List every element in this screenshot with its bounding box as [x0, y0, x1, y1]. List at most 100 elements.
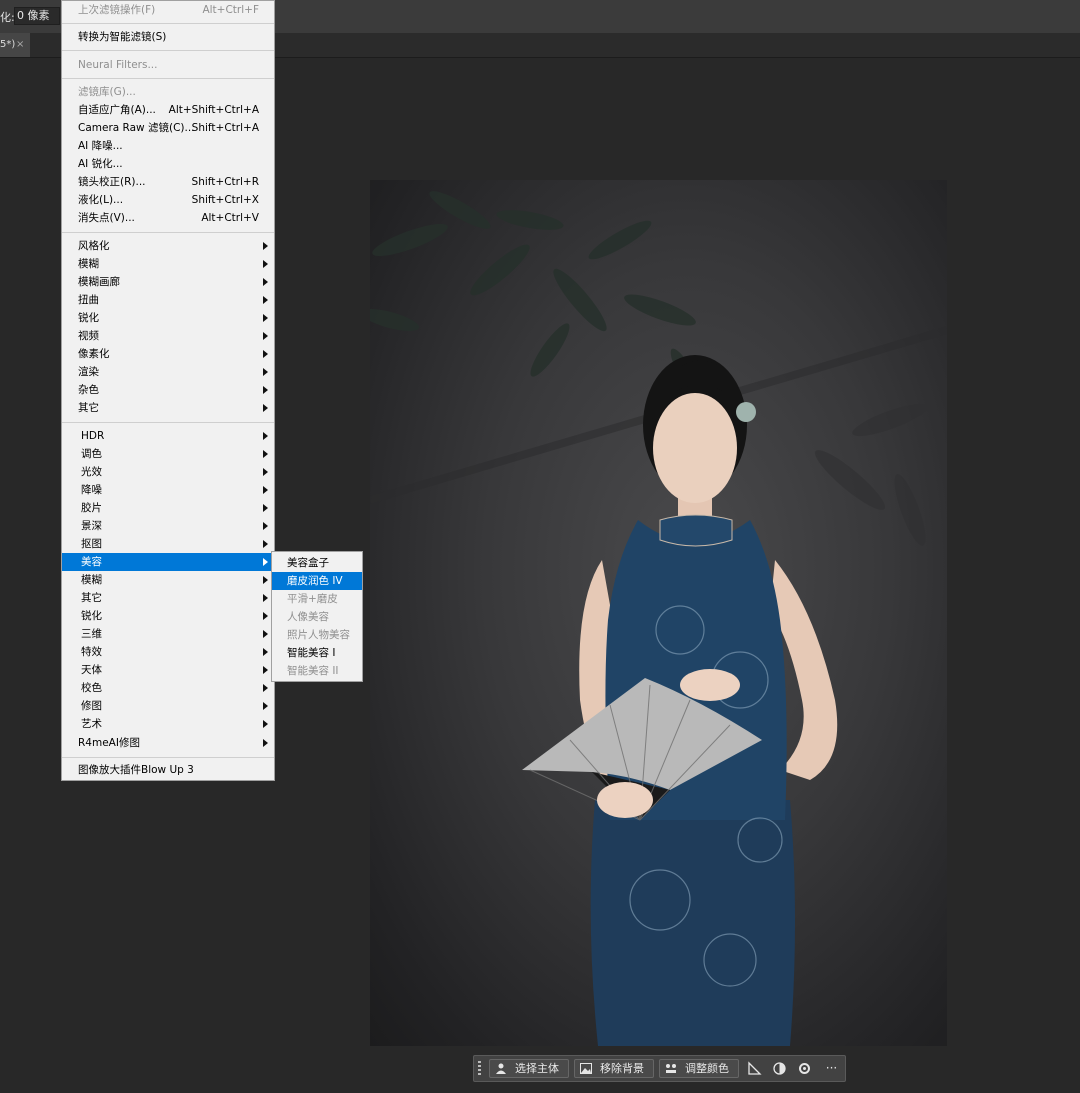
submenu-arrow-icon [263, 630, 268, 638]
menu-item-plugin-group[interactable]: 降噪 [62, 481, 274, 499]
submenu-arrow-icon [263, 702, 268, 710]
submenu-arrow-icon [263, 386, 268, 394]
menu-item-noise[interactable]: 杂色 [62, 381, 274, 399]
menu-item-filter-gallery: 滤镜库(G)... [78, 86, 136, 98]
menu-item-plugin-group[interactable]: 特效 [62, 643, 274, 661]
submenu-item-skin-retouch-iv[interactable]: 磨皮润色 IV [272, 572, 362, 590]
select-subject-button[interactable]: 选择主体 [489, 1059, 569, 1078]
submenu-arrow-icon [263, 666, 268, 674]
close-icon[interactable]: × [16, 33, 24, 57]
menu-separator [62, 23, 274, 24]
submenu-arrow-icon [263, 260, 268, 268]
menu-item-vanishing-point[interactable]: 消失点(V)... Alt+Ctrl+V [62, 209, 274, 227]
feather-input[interactable]: 0 像素 [14, 7, 60, 25]
submenu-item-smart-beauty-i[interactable]: 智能美容 I [272, 644, 362, 662]
transform-icon[interactable] [747, 1061, 762, 1076]
submenu-arrow-icon [263, 332, 268, 340]
menu-item-video[interactable]: 视频 [62, 327, 274, 345]
submenu-arrow-icon [263, 648, 268, 656]
submenu-arrow-icon [263, 684, 268, 692]
menu-item-blur-gallery[interactable]: 模糊画廊 [62, 273, 274, 291]
remove-background-button[interactable]: 移除背景 [574, 1059, 654, 1078]
menu-item-plugin-group[interactable]: 胶片 [62, 499, 274, 517]
adjust-color-button[interactable]: 调整颜色 [659, 1059, 739, 1078]
menu-item-plugin-group[interactable]: 景深 [62, 517, 274, 535]
menu-item-camera-raw[interactable]: Camera Raw 滤镜(C)... Shift+Ctrl+A [62, 119, 274, 137]
menu-item-plugin-group[interactable]: 模糊 [62, 571, 274, 589]
submenu-arrow-icon [263, 404, 268, 412]
submenu-arrow-icon [263, 739, 268, 747]
beauty-submenu: 美容盒子 磨皮润色 IV 平滑+磨皮 人像美容 照片人物美容 智能美容 I 智能… [271, 551, 363, 682]
menu-item-blur[interactable]: 模糊 [62, 255, 274, 273]
submenu-arrow-icon [263, 242, 268, 250]
submenu-arrow-icon [263, 296, 268, 304]
menu-separator [62, 232, 274, 233]
menu-item-plugin-group[interactable]: 校色 [62, 679, 274, 697]
menu-item-blow-up[interactable]: 图像放大插件Blow Up 3 [62, 761, 274, 779]
menu-item-convert-smart-filter[interactable]: 转换为智能滤镜(S) [62, 28, 274, 46]
menu-item-last-filter: 上次滤镜操作(F) Alt+Ctrl+F [78, 4, 259, 16]
submenu-arrow-icon [263, 278, 268, 286]
menu-item-neural-filters: Neural Filters... [78, 59, 158, 71]
menu-item-plugin-group[interactable]: 修图 [62, 697, 274, 715]
submenu-arrow-icon [263, 468, 268, 476]
menu-item-plugin-group[interactable]: R4meAI修图 [62, 734, 274, 752]
contextual-task-bar: 选择主体 移除背景 调整颜色 ··· [473, 1055, 846, 1082]
mask-icon[interactable] [772, 1061, 787, 1076]
menu-item-pixelate[interactable]: 像素化 [62, 345, 274, 363]
menu-item-ai-denoise[interactable]: AI 降噪... [62, 137, 274, 155]
menu-item-plugin-group[interactable]: 光效 [62, 463, 274, 481]
adjust-color-icon [666, 1064, 676, 1073]
submenu-arrow-icon [263, 504, 268, 512]
menu-item-plugin-group[interactable]: 三维 [62, 625, 274, 643]
menu-item-lens-correction[interactable]: 镜头校正(R)... Shift+Ctrl+R [62, 173, 274, 191]
photo-illustration [370, 191, 947, 1046]
menu-item-stylize[interactable]: 风格化 [62, 237, 274, 255]
settings-icon[interactable] [797, 1061, 812, 1076]
menu-item-plugin-group[interactable]: 天体 [62, 661, 274, 679]
submenu-item-beauty-box[interactable]: 美容盒子 [272, 554, 362, 572]
menu-item-other[interactable]: 其它 [62, 399, 274, 417]
submenu-arrow-icon [263, 540, 268, 548]
menu-item-plugin-group[interactable]: 调色 [62, 445, 274, 463]
menu-item-ai-sharpen[interactable]: AI 锐化... [62, 155, 274, 173]
menu-item-render[interactable]: 渲染 [62, 363, 274, 381]
submenu-arrow-icon [263, 486, 268, 494]
submenu-arrow-icon [263, 368, 268, 376]
image-icon [580, 1063, 592, 1074]
submenu-arrow-icon [263, 432, 268, 440]
menu-separator [62, 50, 274, 51]
menu-item-plugin-group[interactable]: 抠图 [62, 535, 274, 553]
drag-handle-icon[interactable] [478, 1061, 481, 1076]
submenu-arrow-icon [263, 314, 268, 322]
menu-item-plugin-group[interactable]: 锐化 [62, 607, 274, 625]
menu-separator [62, 78, 274, 79]
menu-item-distort[interactable]: 扭曲 [62, 291, 274, 309]
document-tab[interactable]: 5*) × [0, 33, 30, 57]
submenu-arrow-icon [263, 450, 268, 458]
menu-item-adaptive-wide-angle[interactable]: 自适应广角(A)... Alt+Shift+Ctrl+A [62, 101, 274, 119]
submenu-arrow-icon [263, 522, 268, 530]
submenu-arrow-icon [263, 612, 268, 620]
menu-item-beauty[interactable]: 美容 [62, 553, 274, 571]
feather-label: 化: [0, 11, 15, 24]
document-tab-label: 5*) [0, 39, 16, 50]
submenu-item-portrait-beauty: 人像美容 [287, 611, 329, 623]
submenu-item-photo-person-beauty: 照片人物美容 [287, 629, 350, 641]
filter-menu: 上次滤镜操作(F) Alt+Ctrl+F 转换为智能滤镜(S) Neural F… [61, 0, 275, 781]
submenu-arrow-icon [263, 720, 268, 728]
submenu-arrow-icon [263, 576, 268, 584]
more-icon[interactable]: ··· [824, 1061, 839, 1076]
menu-item-plugin-group[interactable]: 艺术 [62, 715, 274, 733]
menu-separator [62, 422, 274, 423]
submenu-item-smart-beauty-ii: 智能美容 II [287, 665, 339, 677]
menu-item-sharpen[interactable]: 锐化 [62, 309, 274, 327]
submenu-item-smooth-skin: 平滑+磨皮 [287, 593, 338, 605]
canvas-image[interactable] [370, 180, 947, 1046]
menu-separator [62, 757, 274, 758]
menu-item-plugin-group[interactable]: HDR [62, 427, 274, 445]
person-icon [496, 1063, 506, 1074]
submenu-arrow-icon [263, 558, 268, 566]
menu-item-liquify[interactable]: 液化(L)... Shift+Ctrl+X [62, 191, 274, 209]
menu-item-plugin-group[interactable]: 其它 [62, 589, 274, 607]
